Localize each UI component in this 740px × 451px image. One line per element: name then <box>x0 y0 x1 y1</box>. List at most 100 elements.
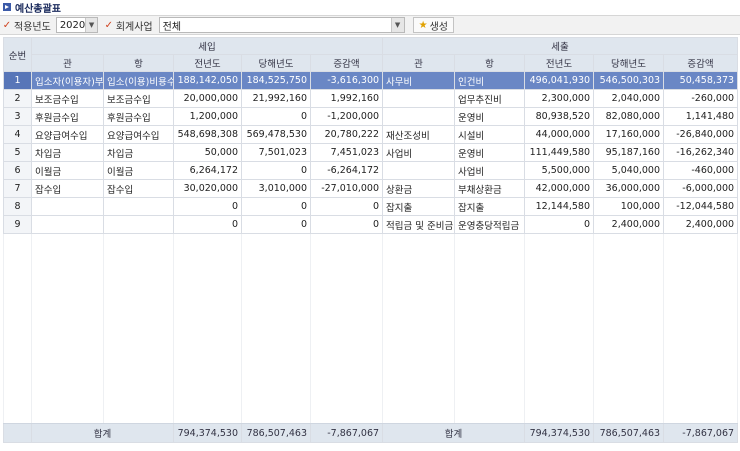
header-expense-gwan[interactable]: 관 <box>382 54 456 72</box>
expense-change-cell[interactable]: -26,840,000 <box>663 125 739 144</box>
expense-gwan-cell[interactable] <box>382 89 456 108</box>
expense-prev-cell[interactable]: 44,000,000 <box>524 125 595 144</box>
expense-change-cell[interactable]: 2,400,000 <box>663 215 739 234</box>
expense-gwan-cell[interactable] <box>382 161 456 180</box>
expense-curr-cell[interactable]: 95,187,160 <box>593 143 665 162</box>
expense-curr-cell[interactable]: 17,160,000 <box>593 125 665 144</box>
income-prev-cell[interactable]: 188,142,050 <box>173 71 242 90</box>
expense-prev-cell[interactable]: 0 <box>524 215 595 234</box>
income-gwan-cell[interactable]: 잡수입 <box>31 179 104 198</box>
income-hang-cell[interactable]: 이월금 <box>103 161 174 180</box>
expense-prev-cell[interactable]: 111,449,580 <box>524 143 595 162</box>
table-row[interactable]: 4 요양급여수입 요양급여수입 548,698,308 569,478,530 20,78… <box>3 125 739 144</box>
income-change-cell[interactable]: 20,780,222 <box>309 125 384 144</box>
expense-curr-cell[interactable]: 82,080,000 <box>593 107 665 126</box>
income-gwan-cell[interactable]: 보조금수입 <box>31 89 104 108</box>
expense-prev-cell[interactable]: 42,000,000 <box>524 179 595 198</box>
income-gwan-cell[interactable]: 입소자(이용자)부담금 <box>31 71 104 90</box>
table-row[interactable]: 2 보조금수입 보조금수입 20,000,000 21,992,160 1,992,160… <box>3 89 739 108</box>
row-seq-cell[interactable]: 1 <box>3 71 32 90</box>
header-seq[interactable]: 순번 <box>3 37 32 72</box>
expense-gwan-cell[interactable]: 잡지출 <box>382 197 456 216</box>
income-hang-cell[interactable]: 잡수입 <box>103 179 174 198</box>
table-row[interactable]: 5 차입금 차입금 50,000 7,501,023 7,451,023 사업비 운영비 111… <box>3 143 739 162</box>
expense-curr-cell[interactable]: 5,040,000 <box>593 161 665 180</box>
income-change-cell[interactable]: 1,992,160 <box>309 89 384 108</box>
income-hang-cell[interactable]: 차입금 <box>103 143 174 162</box>
income-hang-cell[interactable]: 보조금수입 <box>103 89 174 108</box>
income-prev-cell[interactable]: 30,020,000 <box>173 179 242 198</box>
header-income-gwan[interactable]: 관 <box>31 54 104 72</box>
income-prev-cell[interactable]: 0 <box>173 197 242 216</box>
expense-hang-cell[interactable]: 사업비 <box>454 161 526 180</box>
expense-gwan-cell[interactable]: 적립금 및 준비금 <box>382 215 456 234</box>
income-hang-cell[interactable]: 후원금수입 <box>103 107 174 126</box>
expense-gwan-cell[interactable]: 상환금 <box>382 179 456 198</box>
header-expense-prev[interactable]: 전년도 <box>524 54 595 72</box>
chevron-down-icon[interactable]: ▼ <box>390 18 404 32</box>
row-seq-cell[interactable]: 8 <box>3 197 32 216</box>
expense-curr-cell[interactable]: 2,400,000 <box>593 215 665 234</box>
income-change-cell[interactable]: -3,616,300 <box>309 71 384 90</box>
expense-change-cell[interactable]: 1,141,480 <box>663 107 739 126</box>
expense-prev-cell[interactable]: 496,041,930 <box>524 71 595 90</box>
expense-hang-cell[interactable]: 잡지출 <box>454 197 526 216</box>
income-hang-cell[interactable]: 입소(이용)비용수입 <box>103 71 174 90</box>
expense-hang-cell[interactable]: 운영비 <box>454 143 526 162</box>
expense-hang-cell[interactable]: 운영비 <box>454 107 526 126</box>
income-curr-cell[interactable]: 0 <box>241 161 311 180</box>
table-row[interactable]: 3 후원금수입 후원금수입 1,200,000 0 -1,200,000 운영비 80,938… <box>3 107 739 126</box>
header-income-hang[interactable]: 항 <box>103 54 174 72</box>
row-seq-cell[interactable]: 9 <box>3 215 32 234</box>
row-seq-cell[interactable]: 7 <box>3 179 32 198</box>
income-prev-cell[interactable]: 1,200,000 <box>173 107 242 126</box>
header-income-change[interactable]: 증감액 <box>309 54 384 72</box>
expense-change-cell[interactable]: -460,000 <box>663 161 739 180</box>
expense-curr-cell[interactable]: 36,000,000 <box>593 179 665 198</box>
expense-hang-cell[interactable]: 운영충당적립금 <box>454 215 526 234</box>
income-curr-cell[interactable]: 0 <box>241 197 311 216</box>
income-gwan-cell[interactable]: 요양급여수입 <box>31 125 104 144</box>
income-hang-cell[interactable] <box>103 215 174 234</box>
income-prev-cell[interactable]: 50,000 <box>173 143 242 162</box>
expense-hang-cell[interactable]: 업무추진비 <box>454 89 526 108</box>
header-expense-curr[interactable]: 당해년도 <box>593 54 665 72</box>
income-change-cell[interactable]: -27,010,000 <box>309 179 384 198</box>
expense-gwan-cell[interactable]: 사업비 <box>382 143 456 162</box>
table-row[interactable]: 9 0 0 0 적립금 및 준비금 운영충당적립금 0 2,400,000 2,400,000 <box>3 215 739 234</box>
income-prev-cell[interactable]: 20,000,000 <box>173 89 242 108</box>
row-seq-cell[interactable]: 5 <box>3 143 32 162</box>
income-gwan-cell[interactable]: 후원금수입 <box>31 107 104 126</box>
expense-curr-cell[interactable]: 100,000 <box>593 197 665 216</box>
income-hang-cell[interactable] <box>103 197 174 216</box>
income-prev-cell[interactable]: 0 <box>173 215 242 234</box>
year-select[interactable]: 2020 ▼ <box>55 17 98 33</box>
income-curr-cell[interactable]: 7,501,023 <box>241 143 311 162</box>
income-curr-cell[interactable]: 0 <box>241 107 311 126</box>
expense-change-cell[interactable]: 50,458,373 <box>663 71 739 90</box>
header-income-curr[interactable]: 당해년도 <box>241 54 311 72</box>
chevron-down-icon[interactable]: ▼ <box>85 18 97 32</box>
expense-change-cell[interactable]: -260,000 <box>663 89 739 108</box>
table-row[interactable]: 7 잡수입 잡수입 30,020,000 3,010,000 -27,010,000 상환금… <box>3 179 739 198</box>
table-row[interactable]: 1입소자(이용자)부담금입소(이용)비용수입188,142,050184,525… <box>3 71 739 90</box>
income-change-cell[interactable]: 0 <box>309 197 384 216</box>
expense-prev-cell[interactable]: 5,500,000 <box>524 161 595 180</box>
header-expense-hang[interactable]: 항 <box>454 54 526 72</box>
expense-curr-cell[interactable]: 546,500,303 <box>593 71 665 90</box>
income-curr-cell[interactable]: 3,010,000 <box>241 179 311 198</box>
business-select[interactable]: 전체 ▼ <box>158 17 405 33</box>
generate-button[interactable]: ★ 생성 <box>412 17 454 33</box>
row-seq-cell[interactable]: 3 <box>3 107 32 126</box>
row-seq-cell[interactable]: 6 <box>3 161 32 180</box>
income-gwan-cell[interactable]: 차입금 <box>31 143 104 162</box>
expense-hang-cell[interactable]: 시설비 <box>454 125 526 144</box>
expense-prev-cell[interactable]: 2,300,000 <box>524 89 595 108</box>
row-seq-cell[interactable]: 2 <box>3 89 32 108</box>
income-prev-cell[interactable]: 548,698,308 <box>173 125 242 144</box>
income-change-cell[interactable]: -6,264,172 <box>309 161 384 180</box>
income-change-cell[interactable]: -1,200,000 <box>309 107 384 126</box>
table-row[interactable]: 6 이월금 이월금 6,264,172 0 -6,264,172 사업비 5,500,000 5… <box>3 161 739 180</box>
income-gwan-cell[interactable]: 이월금 <box>31 161 104 180</box>
expense-prev-cell[interactable]: 12,144,580 <box>524 197 595 216</box>
